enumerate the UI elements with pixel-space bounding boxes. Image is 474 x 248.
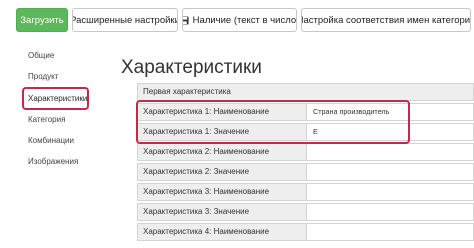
sidebar-item-label: Общие	[28, 51, 55, 60]
field-label: Характеристика 4: Наименование	[137, 223, 307, 241]
char3-value-input[interactable]	[307, 203, 474, 221]
field-label: Характеристика 2: Значение	[137, 163, 307, 181]
field-label: Характеристика 1: Значение	[137, 123, 307, 141]
page: Загрузить Расширенные настройки Наличие …	[0, 0, 474, 248]
sidebar-item-label: Продукт	[28, 72, 59, 81]
sidebar-item-label: Изображения	[28, 157, 79, 166]
sidebar-item-category[interactable]: Категория	[22, 112, 88, 128]
page-title: Характеристики	[121, 57, 262, 78]
field-label: Характеристика 3: Наименование	[137, 183, 307, 201]
sidebar-item-images[interactable]: Изображения	[22, 154, 88, 170]
advanced-settings-button[interactable]: Расширенные настройки	[72, 8, 178, 32]
field-label: Первая характеристика	[137, 83, 474, 101]
category-mapping-button[interactable]: Настройка соответствия имен категорий	[301, 8, 471, 32]
sidebar-item-product[interactable]: Продукт	[22, 69, 88, 85]
field-label: Характеристика 2: Наименование	[137, 143, 307, 161]
upload-button-label: Загрузить	[20, 14, 64, 26]
advanced-settings-label: Расширенные настройки	[72, 14, 178, 26]
char2-value-input[interactable]	[307, 163, 474, 181]
char2-name-input[interactable]	[307, 143, 474, 161]
char4-name-input[interactable]	[307, 223, 474, 241]
sidebar-item-label: Категория	[28, 115, 66, 124]
stock-button-label: Наличие (текст в число)	[192, 14, 297, 26]
upload-button[interactable]: Загрузить	[16, 8, 68, 32]
field-label: Характеристика 3: Значение	[137, 203, 307, 221]
char1-value-input[interactable]: E	[307, 123, 474, 141]
sidebar-item-label: Комбинации	[28, 136, 74, 145]
field-label: Характеристика 1: Наименование	[137, 103, 307, 121]
char1-name-input[interactable]: Страна производитель	[307, 103, 474, 121]
sidebar-item-label: Характеристики	[28, 94, 88, 103]
sidebar-item-general[interactable]: Общие	[22, 48, 88, 64]
char3-name-input[interactable]	[307, 183, 474, 201]
sidebar-item-characteristics[interactable]: Характеристики	[22, 91, 88, 107]
stock-text-to-number-button[interactable]: Наличие (текст в число)	[182, 8, 297, 32]
floppy-disk-icon	[183, 15, 189, 25]
sidebar-item-combinations[interactable]: Комбинации	[22, 133, 88, 149]
category-mapping-label: Настройка соответствия имен категорий	[301, 14, 471, 26]
